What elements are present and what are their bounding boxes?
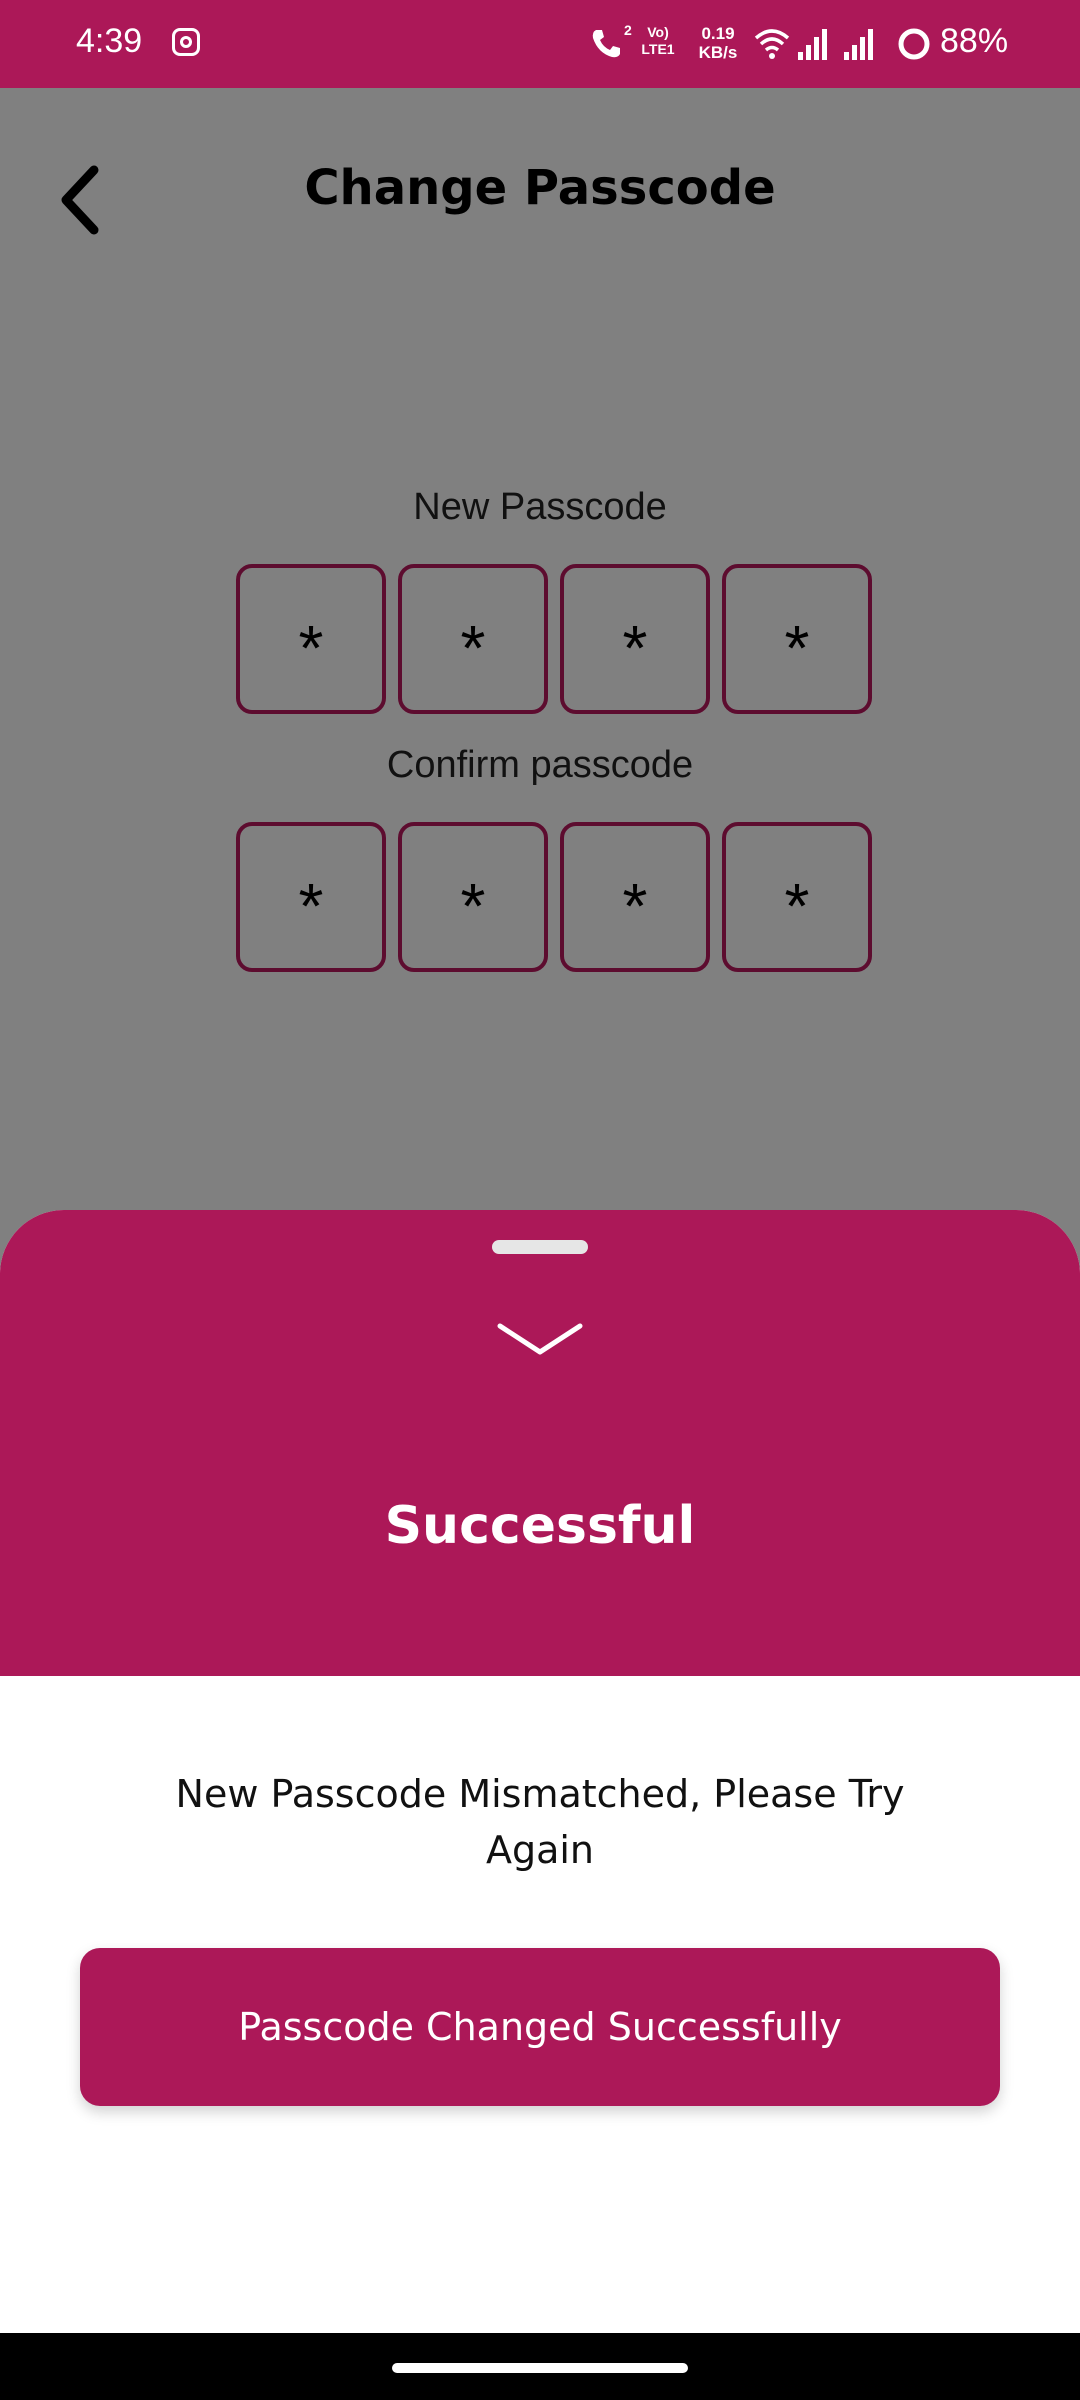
sheet-title: Successful (384, 1496, 696, 1556)
result-bottom-sheet: Successful New Passcode Mismatched, Plea… (0, 1210, 1080, 2400)
sheet-message: New Passcode Mismatched, Please Try Agai… (175, 1772, 905, 1872)
lte-label: LTE1 (641, 41, 675, 57)
new-passcode-digit[interactable]: * (722, 564, 872, 714)
confirm-passcode-digit[interactable]: * (722, 822, 872, 972)
signal-icon-sim2 (844, 29, 873, 60)
sheet-header: Successful (0, 1210, 1080, 1676)
wifi-icon (754, 29, 790, 59)
battery-icon (898, 28, 930, 60)
signal-icon-sim1 (798, 29, 827, 60)
confirm-passcode-label: Confirm passcode (386, 744, 694, 786)
toast-message: Passcode Changed Successfully (80, 1948, 1000, 2106)
page-title: Change Passcode (304, 160, 776, 216)
navigation-bar (0, 2333, 1080, 2400)
new-passcode-label: New Passcode (413, 486, 667, 528)
call-sim-number: 2 (624, 22, 632, 38)
confirm-passcode-digit[interactable]: * (398, 822, 548, 972)
status-icons: 2 Vo) LTE1 0.19 KB/s 88% (588, 22, 1008, 66)
confirm-passcode-input[interactable]: * * * * (236, 822, 872, 972)
call-icon (592, 30, 620, 58)
network-speed-unit: KB/s (698, 43, 738, 62)
confirm-passcode-digit[interactable]: * (236, 822, 386, 972)
collapse-sheet-button[interactable] (490, 1310, 590, 1370)
home-indicator[interactable] (392, 2363, 688, 2373)
status-time: 4:39 (76, 22, 143, 60)
confirm-passcode-digit[interactable]: * (560, 822, 710, 972)
new-passcode-input[interactable]: * * * * (236, 564, 872, 714)
drag-handle[interactable] (492, 1240, 588, 1254)
new-passcode-digit[interactable]: * (560, 564, 710, 714)
status-bar: 4:39 2 Vo) LTE1 0.19 KB/s 88% (0, 0, 1080, 88)
network-speed-value: 0.19 (701, 24, 735, 43)
battery-percentage: 88% (940, 22, 1009, 60)
new-passcode-digit[interactable]: * (236, 564, 386, 714)
instagram-icon (172, 28, 200, 56)
chevron-down-icon (497, 1323, 583, 1355)
volte-label: Vo) (647, 24, 669, 40)
new-passcode-digit[interactable]: * (398, 564, 548, 714)
